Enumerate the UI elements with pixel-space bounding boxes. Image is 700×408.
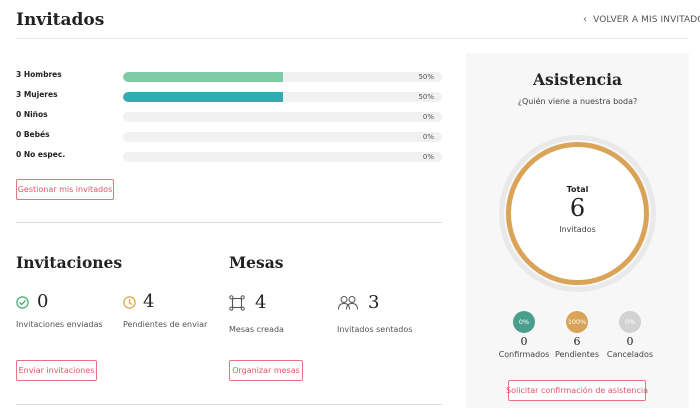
chevron-left-icon: ‹	[583, 14, 588, 25]
stat-percent-men: 50%	[418, 73, 434, 81]
stat-percent-unspecified: 0%	[422, 153, 434, 161]
invitations-sent-count: 0	[37, 291, 49, 312]
cancelled-label: Cancelados	[606, 350, 654, 359]
invitations-pending-label: Pendientes de enviar	[123, 320, 208, 329]
attendance-title: Asistencia	[532, 70, 623, 89]
back-to-guests-link[interactable]: ‹ VOLVER A MIS INVITADOS	[583, 14, 700, 25]
stat-bar-unspecified	[123, 152, 442, 162]
invitations-title: Invitaciones	[16, 253, 123, 272]
stat-bar-fill-women	[123, 92, 283, 102]
pending-label: Pendientes	[554, 350, 600, 359]
attendance-total-value: 6	[569, 194, 586, 222]
stat-percent-women: 50%	[418, 93, 434, 101]
tables-created-count: 4	[255, 292, 267, 313]
stat-bar-men	[123, 72, 442, 82]
invitations-sent-label: Invitaciones enviadas	[16, 320, 103, 329]
clock-icon	[123, 296, 136, 309]
header-divider	[16, 38, 688, 39]
section-divider-bottom	[16, 404, 442, 405]
stat-bar-fill-men	[123, 72, 283, 82]
request-rsvp-button[interactable]: Solicitar confirmación de asistencia	[506, 380, 648, 401]
invitations-pending-count: 4	[143, 291, 155, 312]
confirmed-count: 0	[520, 335, 528, 348]
page-title: Invitados	[16, 10, 105, 30]
stat-bar-babies	[123, 132, 442, 142]
section-divider-top	[16, 222, 442, 223]
attendance-total-label: Total	[566, 185, 589, 194]
manage-guests-button[interactable]: Gestionar mis invitados	[16, 179, 114, 200]
organize-tables-button[interactable]: Organizar mesas	[229, 360, 303, 381]
tables-title: Mesas	[229, 253, 284, 272]
stat-label-women: 3 Mujeres	[16, 90, 58, 99]
back-link-label: VOLVER A MIS INVITADOS	[593, 14, 700, 25]
cancelled-badge: 0%	[619, 311, 641, 333]
tables-seated-count: 3	[368, 292, 380, 313]
confirmed-badge: 0%	[513, 311, 535, 333]
stat-bar-women	[123, 92, 442, 102]
confirmed-label: Confirmados	[498, 350, 550, 359]
stat-label-babies: 0 Bebés	[16, 130, 50, 139]
stat-label-men: 3 Hombres	[16, 70, 62, 79]
send-invitations-button[interactable]: Enviar invitaciones	[16, 360, 97, 381]
stat-label-unspecified: 0 No espec.	[16, 150, 66, 159]
pending-badge: 100%	[566, 311, 588, 333]
tables-created-label: Mesas creada	[229, 325, 284, 334]
attendance-subtitle: ¿Quién viene a nuestra boda?	[517, 97, 638, 106]
attendance-total-unit: Invitados	[559, 225, 596, 234]
check-circle-icon	[16, 296, 29, 309]
stat-bar-children	[123, 112, 442, 122]
table-icon	[229, 295, 245, 311]
tables-seated-label: Invitados sentados	[337, 325, 413, 334]
stat-percent-babies: 0%	[422, 133, 434, 141]
people-icon	[338, 296, 358, 310]
cancelled-count: 0	[626, 335, 634, 348]
stat-percent-children: 0%	[422, 113, 434, 121]
pending-count: 6	[573, 335, 581, 348]
stat-label-children: 0 Niños	[16, 110, 48, 119]
